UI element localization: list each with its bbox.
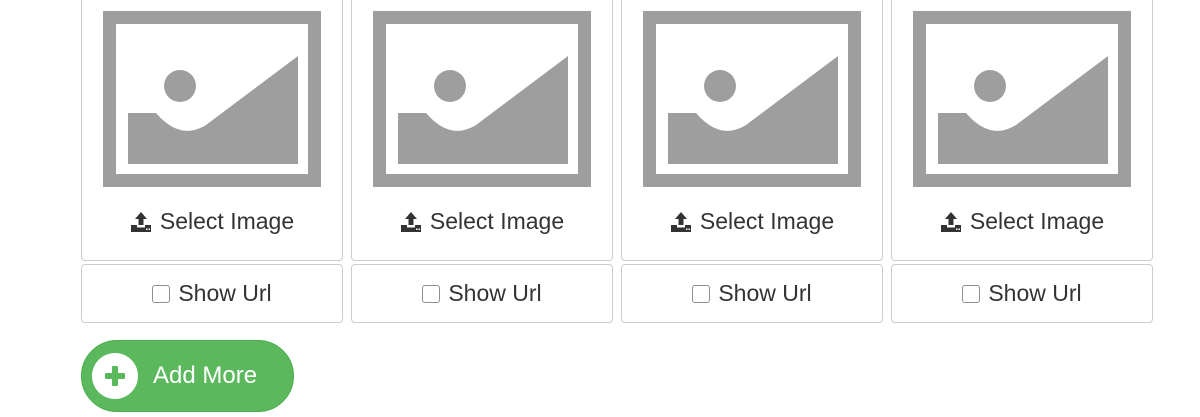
image-placeholder-icon: [373, 11, 591, 187]
show-url-label: Show Url: [178, 280, 272, 306]
image-card: Select Image: [81, 0, 343, 261]
show-url-label: Show Url: [988, 280, 1082, 306]
image-card: Select Image: [891, 0, 1153, 261]
select-image-button[interactable]: Select Image: [130, 208, 294, 235]
image-slot: Select Image Show Url: [621, 0, 883, 323]
show-url-label: Show Url: [718, 280, 812, 306]
show-url-label: Show Url: [448, 280, 542, 306]
image-placeholder-icon: [913, 11, 1131, 187]
select-image-button[interactable]: Select Image: [400, 208, 564, 235]
show-url-toggle[interactable]: Show Url: [81, 264, 343, 323]
image-card: Select Image: [621, 0, 883, 261]
add-more-button[interactable]: Add More: [81, 340, 294, 412]
show-url-toggle[interactable]: Show Url: [621, 264, 883, 323]
upload-icon: [130, 211, 151, 232]
show-url-checkbox[interactable]: [692, 284, 711, 303]
add-more-label: Add More: [153, 362, 258, 389]
upload-icon: [670, 211, 691, 232]
select-image-label: Select Image: [429, 208, 565, 234]
image-slot: Select Image Show Url: [81, 0, 343, 323]
show-url-checkbox[interactable]: [152, 284, 171, 303]
select-image-button[interactable]: Select Image: [670, 208, 834, 235]
select-image-button[interactable]: Select Image: [940, 208, 1104, 235]
upload-icon: [400, 211, 421, 232]
select-image-label: Select Image: [699, 208, 835, 234]
image-card: Select Image: [351, 0, 613, 261]
show-url-toggle[interactable]: Show Url: [351, 264, 613, 323]
image-slot: Select Image Show Url: [351, 0, 613, 323]
image-slot: Select Image Show Url: [891, 0, 1153, 323]
add-more-icon-circle: [92, 353, 138, 399]
select-image-label: Select Image: [159, 208, 295, 234]
plus-icon: [105, 366, 125, 386]
select-image-label: Select Image: [969, 208, 1105, 234]
image-placeholder-icon: [103, 11, 321, 187]
image-uploader: Select Image Show Url Select Image Show …: [0, 0, 1200, 417]
show-url-checkbox[interactable]: [962, 284, 981, 303]
show-url-toggle[interactable]: Show Url: [891, 264, 1153, 323]
upload-icon: [940, 211, 961, 232]
image-card-list: Select Image Show Url Select Image Show …: [81, 0, 1153, 323]
image-placeholder-icon: [643, 11, 861, 187]
show-url-checkbox[interactable]: [422, 284, 441, 303]
